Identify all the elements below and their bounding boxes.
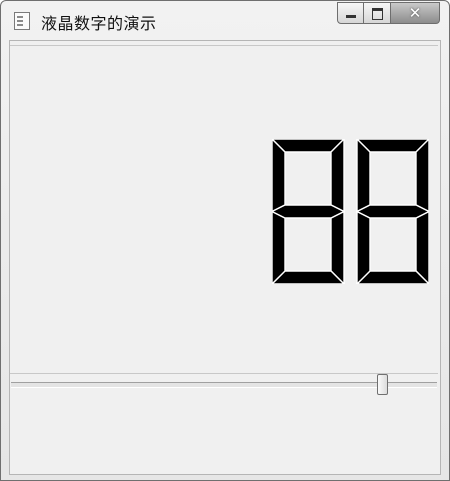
app-window: 液晶数字的演示 ✕: [0, 0, 450, 481]
slider-thumb[interactable]: [377, 374, 388, 395]
lcd-segment-g-digit-1: [272, 204, 346, 219]
close-icon: ✕: [408, 4, 422, 22]
minimize-button[interactable]: [337, 2, 364, 24]
lcd-segment-e-digit-2: [356, 210, 371, 284]
lcd-segment-f-digit-2: [356, 139, 371, 213]
close-button[interactable]: ✕: [391, 2, 440, 24]
caption-buttons: ✕: [337, 2, 440, 26]
client-area: [9, 40, 441, 475]
minimize-icon: [346, 15, 356, 18]
maximize-button[interactable]: [364, 2, 391, 24]
slider-groove[interactable]: [11, 382, 437, 388]
slider-area: [10, 374, 438, 474]
lcd-segment-e-digit-1: [272, 210, 286, 284]
window-title: 液晶数字的演示: [41, 14, 157, 33]
lcd-number-display: [272, 139, 429, 284]
lcd-segment-b-digit-2: [415, 139, 429, 213]
lcd-segment-f-digit-1: [272, 139, 286, 213]
title-bar[interactable]: 液晶数字的演示 ✕: [1, 1, 449, 39]
lcd-segment-g-digit-2: [355, 204, 429, 219]
lcd-segment-b-digit-1: [330, 139, 345, 213]
maximize-icon: [372, 8, 383, 20]
lcd-number-panel: [10, 45, 438, 374]
app-window-icon[interactable]: [14, 12, 30, 30]
